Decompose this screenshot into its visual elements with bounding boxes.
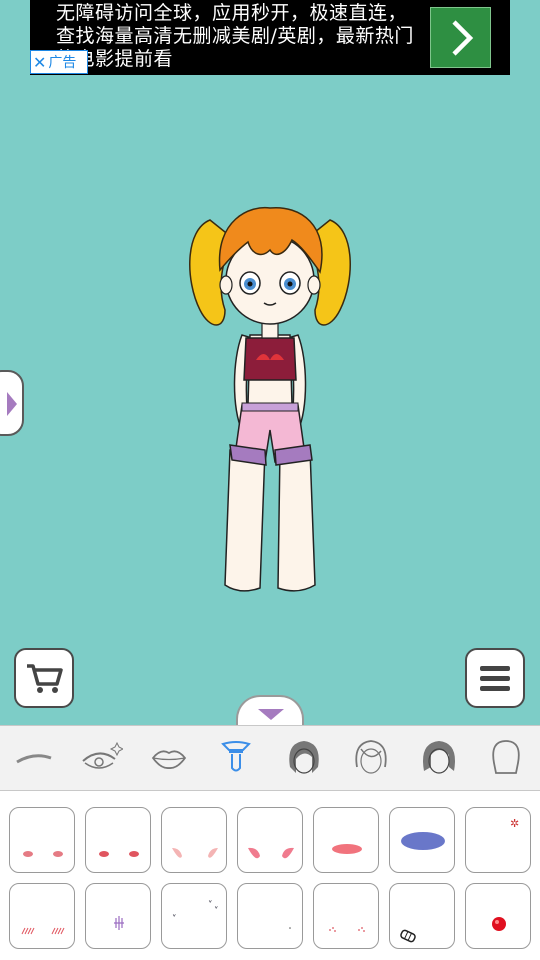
item-blush-petals-pink[interactable] (237, 807, 303, 873)
svg-text:ˬ: ˬ (208, 893, 213, 903)
hair-icon (289, 741, 319, 774)
item-blush-oval-blue[interactable] (389, 807, 455, 873)
ad-open-button[interactable] (430, 7, 491, 68)
svg-text:✲: ✲ (510, 817, 519, 830)
shop-button[interactable] (14, 648, 74, 708)
ad-banner[interactable]: 无障碍访问全球，应用秒开，极速直连，查找海量高清无删减美剧/英剧，最新热门的电影… (30, 0, 510, 75)
chevron-right-icon (451, 19, 473, 56)
item-sparkle-mark[interactable]: ✲ (465, 807, 531, 873)
item-blush-dots-red[interactable] (85, 807, 151, 873)
menu-button[interactable] (465, 648, 525, 708)
hair-long-icon (422, 741, 455, 774)
category-hair-outline[interactable] (338, 726, 406, 790)
close-icon[interactable]: ✕ (33, 53, 46, 72)
blush-icon (221, 741, 252, 772)
ad-text: 无障碍访问全球，应用秒开，极速直连，查找海量高清无删减美剧/英剧，最新热门的电影… (56, 2, 414, 70)
item-red-ball[interactable] (465, 883, 531, 949)
category-hair-dark[interactable] (270, 726, 338, 790)
menu-icon (480, 666, 510, 691)
lips-icon (151, 750, 186, 769)
category-bar (0, 725, 540, 791)
category-head-outline[interactable] (473, 726, 540, 790)
eye-icon (82, 741, 124, 769)
item-grid: ✲ ˬˬˬ (0, 791, 540, 960)
item-blush-lines[interactable] (9, 883, 75, 949)
category-hair-dark-2[interactable] (405, 726, 473, 790)
svg-text:ˬ: ˬ (214, 899, 219, 909)
hair-outline-icon (355, 740, 387, 774)
eyebrow-icon (15, 754, 52, 764)
expand-right-icon (7, 392, 17, 416)
category-blush[interactable] (203, 726, 271, 790)
item-tiny-dot[interactable] (237, 883, 303, 949)
item-blush-freckles[interactable] (313, 883, 379, 949)
ad-label: 广告 (48, 55, 77, 71)
ad-close-badge[interactable]: ✕ 广告 (30, 50, 88, 74)
chevron-down-icon (258, 709, 284, 720)
category-eyebrow[interactable] (0, 726, 68, 790)
item-blush-dots-small[interactable] (9, 807, 75, 873)
category-eyes[interactable] (68, 726, 136, 790)
item-blush-stripe-red[interactable] (313, 807, 379, 873)
svg-text:ˬ: ˬ (172, 907, 177, 917)
item-sweat-drops[interactable]: ˬˬˬ (161, 883, 227, 949)
item-bandage[interactable] (389, 883, 455, 949)
character-preview (180, 200, 360, 600)
item-blush-petals-light[interactable] (161, 807, 227, 873)
category-lips[interactable] (135, 726, 203, 790)
side-drawer-toggle[interactable] (0, 370, 24, 436)
item-purple-mark[interactable] (85, 883, 151, 949)
head-icon (492, 740, 520, 774)
cart-icon (27, 664, 63, 693)
